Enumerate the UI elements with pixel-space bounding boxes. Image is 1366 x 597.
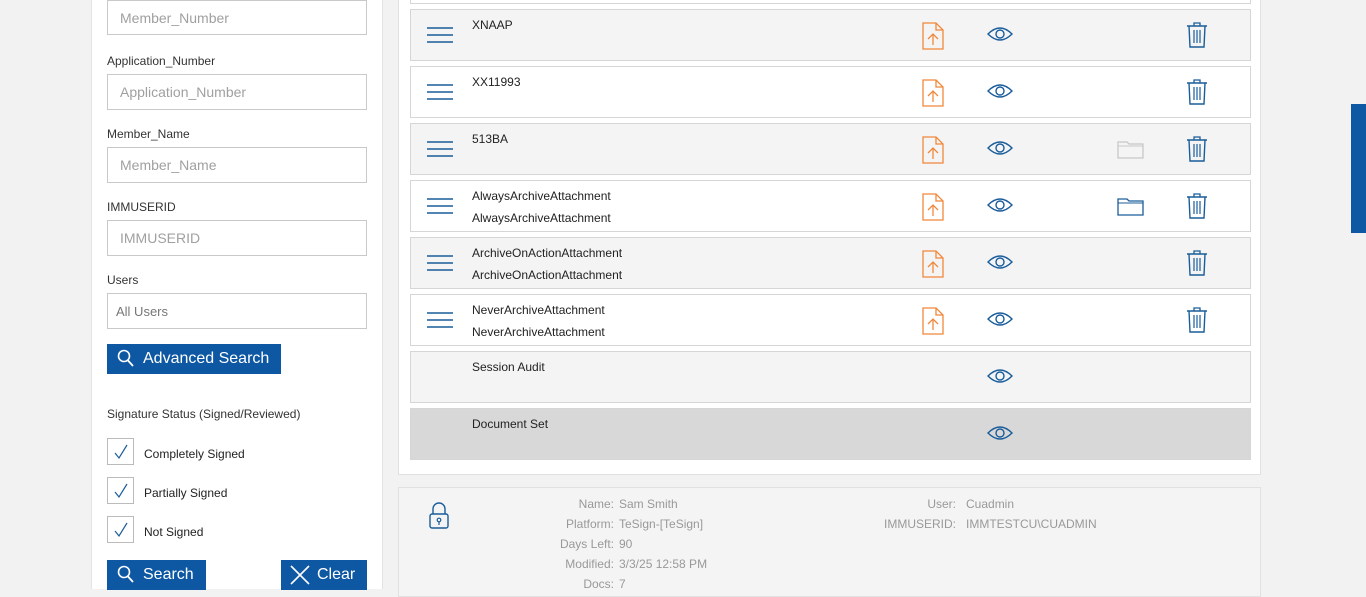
immuserid-label: IMMUSERID xyxy=(107,200,176,214)
document-title: ArchiveOnActionAttachment xyxy=(472,246,623,260)
eye-icon[interactable] xyxy=(987,139,1013,157)
advanced-search-label: Advanced Search xyxy=(143,350,270,367)
upload-file-icon[interactable] xyxy=(922,79,944,107)
document-title: NeverArchiveAttachment xyxy=(472,303,605,317)
trash-icon[interactable] xyxy=(1186,21,1208,49)
document-title: Session Audit xyxy=(472,360,545,374)
document-list-panel: XNAAP XX11993 513BA AlwaysArchiveAttachm… xyxy=(398,0,1261,475)
not-signed-label: Not Signed xyxy=(144,525,204,539)
advanced-search-button[interactable]: Advanced Search xyxy=(107,344,281,374)
upload-file-icon[interactable] xyxy=(922,250,944,278)
eye-icon[interactable] xyxy=(987,196,1013,214)
document-row[interactable]: ArchiveOnActionAttachment ArchiveOnActio… xyxy=(410,237,1251,289)
menu-icon[interactable] xyxy=(427,82,453,102)
eye-icon[interactable] xyxy=(987,310,1013,328)
document-title: XX11993 xyxy=(472,75,521,89)
menu-icon[interactable] xyxy=(427,196,453,216)
info-modified-key: Modified: xyxy=(565,557,614,571)
trash-icon[interactable] xyxy=(1186,78,1208,106)
info-user-value: Cuadmin xyxy=(966,497,1015,511)
trash-icon[interactable] xyxy=(1186,192,1208,220)
member-name-label: Member_Name xyxy=(107,127,190,141)
application-number-label: Application_Number xyxy=(107,54,216,68)
eye-icon[interactable] xyxy=(987,25,1013,43)
menu-icon[interactable] xyxy=(427,253,453,273)
info-days-left-key: Days Left: xyxy=(559,537,614,551)
eye-icon[interactable] xyxy=(987,367,1013,385)
upload-file-icon[interactable] xyxy=(922,136,944,164)
document-subtitle: AlwaysArchiveAttachment xyxy=(472,211,611,225)
trash-icon[interactable] xyxy=(1186,135,1208,163)
search-icon xyxy=(117,349,134,367)
document-subtitle: ArchiveOnActionAttachment xyxy=(472,268,623,282)
document-title: XNAAP xyxy=(472,18,513,32)
users-label: Users xyxy=(107,273,139,287)
application-number-input[interactable] xyxy=(107,74,367,110)
menu-icon[interactable] xyxy=(427,310,453,330)
document-row[interactable]: XX11993 xyxy=(410,66,1251,118)
signature-status-label: Signature Status (Signed/Reviewed) xyxy=(107,407,301,421)
not-signed-checkbox[interactable] xyxy=(107,516,134,543)
info-modified-value: 3/3/25 12:58 PM xyxy=(619,557,708,571)
completely-signed-label: Completely Signed xyxy=(144,447,245,461)
upload-file-icon[interactable] xyxy=(922,193,944,221)
document-title: Document Set xyxy=(472,417,549,431)
menu-icon[interactable] xyxy=(427,25,453,45)
partially-signed-label: Partially Signed xyxy=(144,486,228,500)
info-immuserid-value: IMMTESTCU\CUADMIN xyxy=(966,517,1097,531)
folder-icon[interactable] xyxy=(1117,139,1144,159)
upload-file-icon[interactable] xyxy=(922,22,944,50)
folder-icon[interactable] xyxy=(1117,196,1144,216)
document-subtitle: NeverArchiveAttachment xyxy=(472,325,605,339)
member-name-input[interactable] xyxy=(107,147,367,183)
eye-icon[interactable] xyxy=(987,424,1013,442)
trash-icon[interactable] xyxy=(1186,249,1208,277)
clear-button[interactable]: Clear xyxy=(281,560,367,590)
lock-icon[interactable] xyxy=(429,502,449,530)
info-days-left-value: 90 xyxy=(619,537,633,551)
checkmark-icon xyxy=(114,522,128,537)
search-button[interactable]: Search xyxy=(107,560,206,590)
users-select-value: All Users xyxy=(116,304,169,319)
partially-signed-checkbox[interactable] xyxy=(107,477,134,504)
document-row[interactable]: AlwaysArchiveAttachment AlwaysArchiveAtt… xyxy=(410,180,1251,232)
users-select[interactable]: All Users xyxy=(107,293,367,329)
info-platform-key: Platform: xyxy=(565,517,614,531)
info-platform-value: TeSign-[TeSign] xyxy=(619,517,704,531)
document-row[interactable]: Document Set xyxy=(410,408,1251,460)
close-icon xyxy=(290,565,310,585)
search-label: Search xyxy=(143,566,194,583)
info-name-value: Sam Smith xyxy=(619,497,678,511)
document-title: 513BA xyxy=(472,132,509,146)
document-title: AlwaysArchiveAttachment xyxy=(472,189,611,203)
document-row[interactable]: Session Audit xyxy=(410,351,1251,403)
clear-label: Clear xyxy=(317,566,356,583)
upload-file-icon[interactable] xyxy=(922,307,944,335)
list-item xyxy=(410,0,1251,4)
info-immuserid-key: IMMUSERID: xyxy=(884,517,956,531)
member-number-input[interactable] xyxy=(107,0,367,35)
info-user-key: User: xyxy=(927,497,956,511)
session-info-panel: Name: Sam Smith Platform: TeSign-[TeSign… xyxy=(398,487,1261,597)
document-row[interactable]: 513BA xyxy=(410,123,1251,175)
search-sidebar: Application_Number Member_Name IMMUSERID… xyxy=(91,0,383,590)
eye-icon[interactable] xyxy=(987,82,1013,100)
document-row[interactable]: XNAAP xyxy=(410,9,1251,61)
trash-icon[interactable] xyxy=(1186,306,1208,334)
checkmark-icon xyxy=(114,483,128,498)
side-panel-tab[interactable] xyxy=(1351,104,1366,233)
eye-icon[interactable] xyxy=(987,253,1013,271)
checkmark-icon xyxy=(114,444,128,459)
info-name-key: Name: xyxy=(578,497,614,511)
menu-icon[interactable] xyxy=(427,139,453,159)
immuserid-input[interactable] xyxy=(107,220,367,256)
completely-signed-checkbox[interactable] xyxy=(107,438,134,465)
document-row[interactable]: NeverArchiveAttachment NeverArchiveAttac… xyxy=(410,294,1251,346)
search-icon xyxy=(117,565,134,583)
